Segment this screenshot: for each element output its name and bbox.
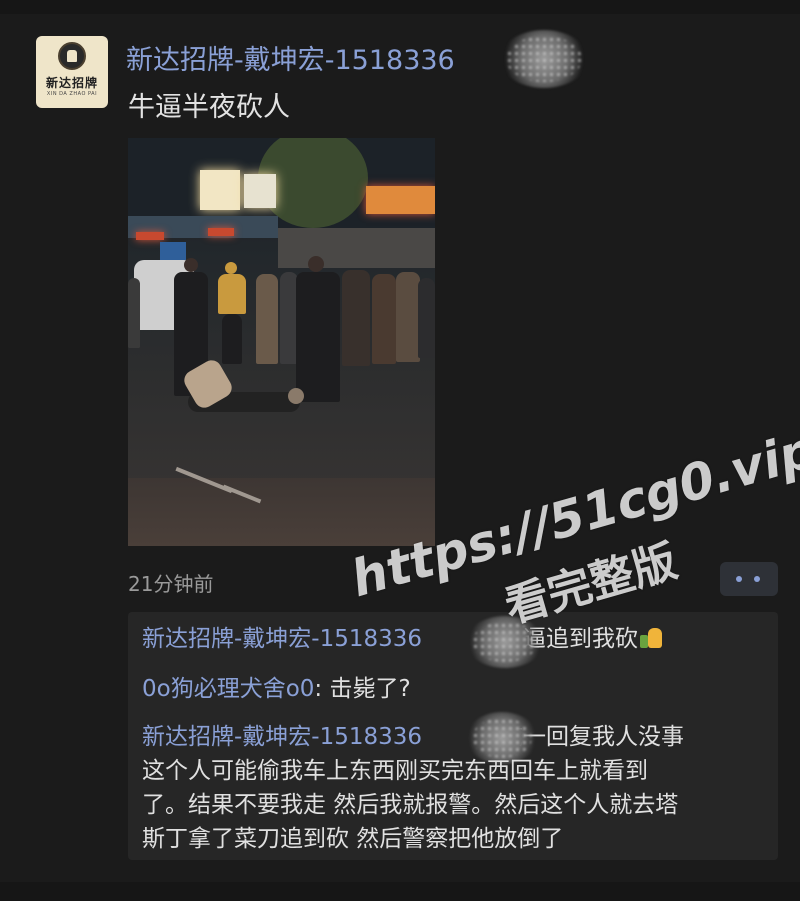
author-avatar[interactable]: 新达招牌 XIN DA ZHAO PAI [36, 36, 108, 108]
comment-3-line-3: 了。结果不要我走 然后我就报警。然后这个人就去塔 [142, 792, 679, 818]
bottom-edge [0, 882, 800, 901]
comment-author-link[interactable]: 0o狗必理犬舍o0 [142, 676, 314, 702]
logo-emblem-icon [58, 42, 86, 70]
comment-2: 0o狗必理犬舍o0: 击毙了? [142, 672, 411, 706]
top-edge [0, 0, 800, 14]
avatar-logo-text: 新达招牌 [45, 76, 98, 90]
post-photo[interactable] [128, 138, 435, 546]
comment-3-line-1: 新达招牌-戴坤宏-1518336 统一回复我人没事 [142, 720, 684, 754]
thumbs-up-icon [638, 624, 664, 650]
comment-separator: : [314, 676, 330, 702]
comment-3-line-4: 斯丁拿了菜刀追到砍 然后警察把他放倒了 [142, 826, 564, 852]
comment-3-line-2: 这个人可能偷我车上东西刚买完东西回车上就看到 [142, 758, 648, 784]
avatar-logo-subtext: XIN DA ZHAO PAI [46, 91, 98, 97]
redacted-number-blur [500, 30, 588, 88]
comment-author-link[interactable]: 新达招牌-戴坤宏-1518336 [142, 724, 422, 750]
post-author-name[interactable]: 新达招牌-戴坤宏-1518336 [126, 38, 455, 77]
post-timestamp: 21分钟前 [128, 572, 214, 596]
post-text: 牛逼半夜砍人 [128, 92, 290, 123]
